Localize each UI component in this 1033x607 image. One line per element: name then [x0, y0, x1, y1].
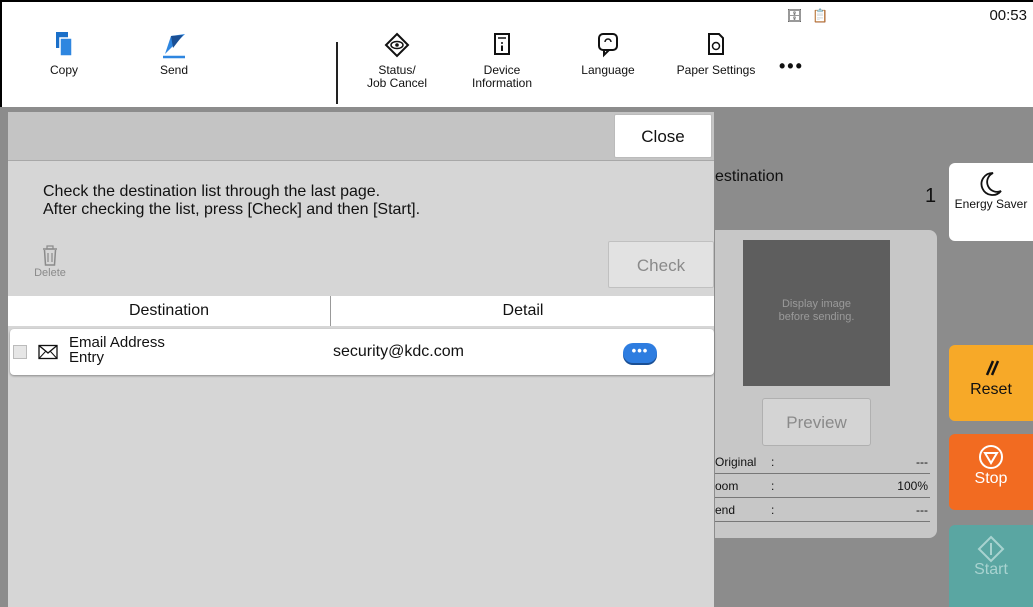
- table-row[interactable]: Email Address Entry security@kdc.com •••: [10, 329, 714, 375]
- message-line-2: After checking the list, press [Check] a…: [43, 201, 421, 218]
- close-button[interactable]: Close: [614, 114, 712, 158]
- more-menu-button[interactable]: •••: [779, 56, 804, 77]
- send-icon: [154, 30, 194, 60]
- start-label: Start: [974, 561, 1008, 578]
- info-key: oom: [715, 479, 739, 493]
- paper-settings-label: Paper Settings: [676, 63, 756, 77]
- send-button[interactable]: Send: [154, 30, 194, 77]
- info-key: Original: [715, 455, 757, 469]
- info-colon: :: [771, 479, 775, 493]
- destination-title: estination: [715, 168, 784, 185]
- info-value: ---: [916, 503, 928, 517]
- info-row-zoom: oom : 100%: [715, 476, 930, 498]
- toolbar-separator: [336, 42, 338, 104]
- device-information-button[interactable]: Device Information: [462, 30, 542, 90]
- reset-icon: [949, 345, 1033, 381]
- copy-label: Copy: [49, 63, 78, 77]
- check-button[interactable]: Check: [608, 241, 714, 288]
- status-icons: 🗄 📋: [786, 8, 832, 23]
- energy-saver-label: Energy Saver: [954, 197, 1028, 211]
- info-row-original: Original : ---: [715, 452, 930, 474]
- delete-button[interactable]: Delete: [30, 245, 70, 279]
- preview-text-2: before sending.: [778, 311, 855, 323]
- screen: 🗄 📋 00:53 Copy Send Status/ Job Cancel D…: [0, 0, 1033, 607]
- trash-icon: [30, 245, 70, 267]
- preview-text-1: Display image: [781, 298, 852, 310]
- device-label-2: Information: [471, 76, 533, 90]
- device-info-icon: [462, 30, 542, 60]
- destination-table-header: Destination Detail: [8, 296, 714, 326]
- language-button[interactable]: Language: [572, 30, 644, 77]
- destination-count: 1: [925, 185, 937, 207]
- stop-icon: [949, 434, 1033, 470]
- status-label-1: Status/: [378, 63, 416, 77]
- send-label: Send: [159, 63, 189, 77]
- clock: 00:53: [989, 7, 1027, 24]
- info-value: ---: [916, 455, 928, 469]
- preview-button[interactable]: Preview: [762, 398, 871, 446]
- energy-saver-button[interactable]: Energy Saver: [949, 163, 1033, 241]
- row-detail: security@kdc.com: [333, 343, 464, 360]
- info-colon: :: [771, 455, 775, 469]
- row-detail-button[interactable]: •••: [623, 343, 657, 363]
- info-key: end: [715, 503, 736, 517]
- column-header-destination: Destination: [8, 296, 331, 326]
- stop-button[interactable]: Stop: [949, 434, 1033, 510]
- language-label: Language: [581, 63, 635, 77]
- start-button[interactable]: Start: [949, 525, 1033, 607]
- paper-settings-icon: [670, 30, 762, 60]
- dialog-header: Close: [8, 112, 714, 161]
- row-destination-line-2: Entry: [69, 349, 105, 366]
- envelope-icon: [38, 344, 58, 360]
- info-value: 100%: [897, 479, 928, 493]
- message-line-1: Check the destination list through the l…: [43, 183, 381, 200]
- info-row-send: end : ---: [715, 500, 930, 522]
- copy-icon: [44, 30, 84, 60]
- dialog-message: Check the destination list through the l…: [43, 183, 420, 219]
- destination-check-dialog: Close Check the destination list through…: [8, 112, 714, 607]
- status-label-2: Job Cancel: [366, 76, 428, 90]
- moon-icon: [949, 163, 1033, 197]
- language-icon: [572, 30, 644, 60]
- status-job-cancel-button[interactable]: Status/ Job Cancel: [362, 30, 432, 90]
- paper-settings-button[interactable]: Paper Settings: [670, 30, 762, 77]
- reset-label: Reset: [970, 381, 1012, 398]
- stop-label: Stop: [974, 470, 1008, 487]
- start-icon: [949, 525, 1033, 563]
- column-header-detail: Detail: [502, 302, 544, 319]
- reset-button[interactable]: Reset: [949, 345, 1033, 421]
- delete-label: Delete: [34, 267, 66, 279]
- row-destination: Email Address Entry: [69, 335, 199, 365]
- top-toolbar: 🗄 📋 00:53 Copy Send Status/ Job Cancel D…: [0, 0, 1033, 107]
- preview-image: Display image before sending.: [743, 240, 890, 386]
- status-icon: [362, 30, 432, 60]
- copy-button[interactable]: Copy: [44, 30, 84, 77]
- device-label-1: Device: [483, 63, 521, 77]
- info-colon: :: [771, 503, 775, 517]
- row-checkbox[interactable]: [13, 345, 27, 359]
